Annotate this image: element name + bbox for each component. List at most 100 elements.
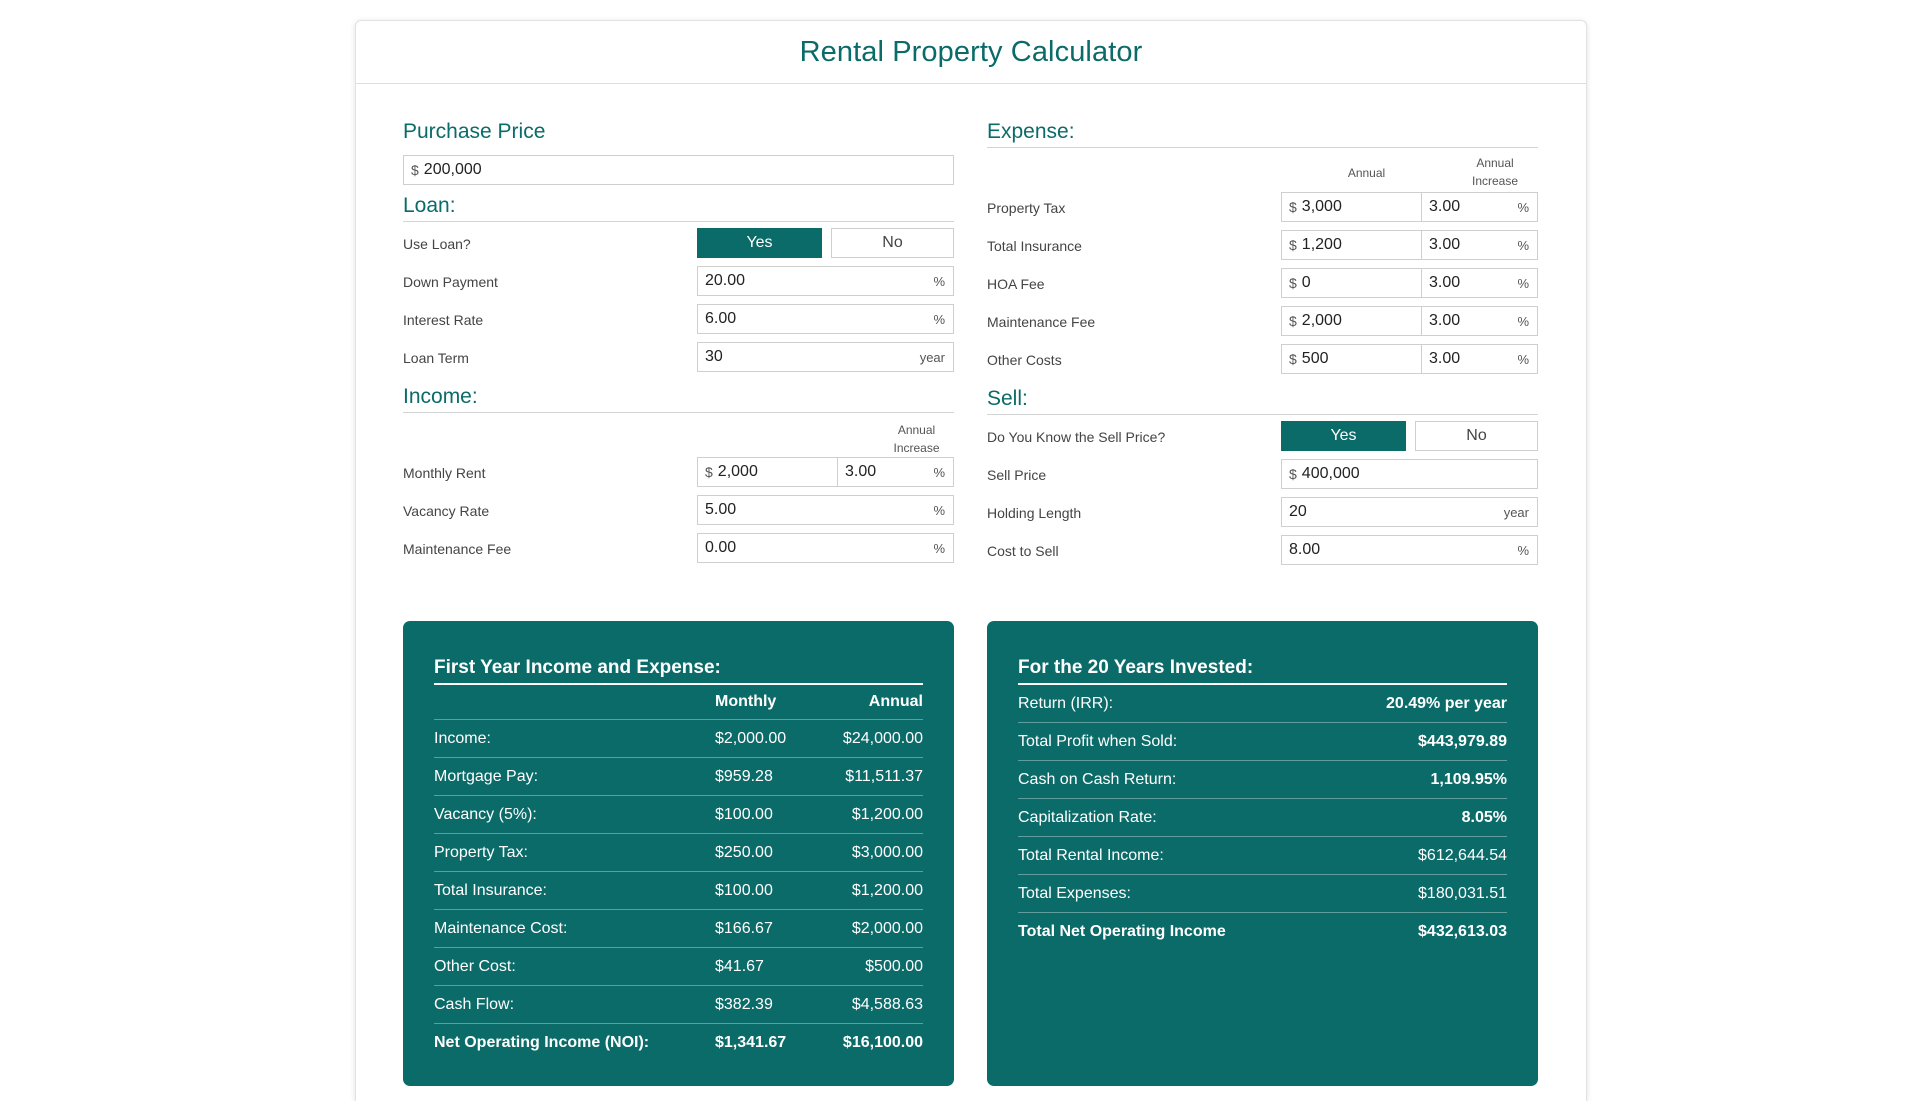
expense-increase-value: 3.00 (1429, 274, 1461, 291)
down-payment-label: Down Payment (403, 274, 498, 290)
income-maintenance-value: 0.00 (705, 539, 737, 556)
income-maintenance-row: Maintenance Fee 0.00 % (403, 533, 954, 571)
monthly-value: $2,000.00 (715, 730, 787, 747)
monthly-value: $382.39 (715, 996, 773, 1013)
expense-label: Other Costs (987, 352, 1062, 368)
annual-value: $16,100.00 (842, 1034, 923, 1051)
expense-row: Property Tax $3,000 3.00% (987, 192, 1538, 230)
holding-length-input[interactable]: 20 year (1281, 497, 1538, 527)
first-year-row: Vacancy (5%): $100.00 $1,200.00 (434, 796, 923, 834)
percent-suffix: % (1517, 275, 1529, 291)
row-value: 1,109.95% (1430, 771, 1507, 788)
first-year-row: Net Operating Income (NOI): $1,341.67 $16,… (434, 1024, 923, 1061)
expense-heading: Expense: (987, 117, 1538, 148)
interest-rate-value: 6.00 (705, 310, 737, 327)
down-payment-row: Down Payment 20.00 % (403, 266, 954, 304)
expense-increase-value: 3.00 (1429, 236, 1461, 253)
expense-amount-value: 0 (1301, 274, 1311, 291)
first-year-table: Income: $2,000.00 $24,000.00 Mortgage Pay: $… (434, 720, 923, 1061)
row-value: $180,031.51 (1418, 885, 1507, 902)
row-label: Net Operating Income (NOI): (434, 1034, 650, 1051)
currency-prefix: $ (705, 464, 713, 480)
loan-term-label: Loan Term (403, 350, 469, 366)
use-loan-yes-button[interactable]: Yes (697, 228, 822, 258)
first-year-row: Maintenance Cost: $166.67 $2,000.00 (434, 910, 923, 948)
expense-label: Property Tax (987, 200, 1066, 216)
first-year-row: Cash Flow: $382.39 $4,588.63 (434, 986, 923, 1024)
summary-table: Return (IRR): 20.49% per year Total Profit… (1018, 685, 1507, 950)
first-year-panel: First Year Income and Expense: Monthly A… (403, 621, 954, 1086)
income-maintenance-input[interactable]: 0.00 % (697, 533, 954, 563)
percent-suffix: % (1517, 199, 1529, 215)
summary-row: Return (IRR): 20.49% per year (1018, 685, 1507, 723)
year-suffix: year (1503, 504, 1529, 520)
percent-suffix: % (933, 273, 945, 289)
percent-suffix: % (933, 464, 945, 480)
use-loan-no-button[interactable]: No (831, 228, 954, 258)
expense-increase-input[interactable]: 3.00% (1421, 306, 1538, 336)
use-loan-label: Use Loan? (403, 236, 471, 252)
expense-increase-input[interactable]: 3.00% (1421, 230, 1538, 260)
loan-heading: Loan: (403, 191, 954, 222)
vacancy-rate-input[interactable]: 5.00 % (697, 495, 954, 525)
row-label: Return (IRR): (1018, 695, 1114, 712)
page-title: Rental Property Calculator (799, 35, 1143, 68)
expense-amount-input[interactable]: $500 (1281, 344, 1422, 374)
expense-amount-input[interactable]: $0 (1281, 268, 1422, 298)
annual-value: $11,511.37 (845, 768, 923, 785)
monthly-rent-value: 2,000 (717, 463, 758, 480)
currency-prefix: $ (1289, 313, 1297, 329)
expense-header-row: Annual Annual Increase (987, 148, 1538, 192)
vacancy-rate-row: Vacancy Rate 5.00 % (403, 495, 954, 533)
rent-increase-input[interactable]: 3.00 % (837, 457, 954, 487)
expense-amount-input[interactable]: $2,000 (1281, 306, 1422, 336)
currency-prefix: $ (411, 162, 419, 178)
row-label: Maintenance Cost: (434, 920, 568, 937)
row-label: Property Tax: (434, 844, 528, 861)
monthly-value: $41.67 (715, 958, 764, 975)
interest-rate-input[interactable]: 6.00 % (697, 304, 954, 334)
expense-increase-input[interactable]: 3.00% (1421, 192, 1538, 222)
expense-annual-increase-header: Annual Increase (1471, 156, 1519, 188)
know-sell-price-no-button[interactable]: No (1415, 421, 1538, 451)
expense-amount-input[interactable]: $3,000 (1281, 192, 1422, 222)
row-label: Cash Flow: (434, 996, 515, 1013)
monthly-rent-label: Monthly Rent (403, 465, 486, 481)
row-label: Total Insurance: (434, 882, 547, 899)
percent-suffix: % (933, 311, 945, 327)
know-sell-price-label: Do You Know the Sell Price? (987, 429, 1166, 445)
vacancy-rate-label: Vacancy Rate (403, 503, 490, 519)
row-value: $612,644.54 (1418, 847, 1507, 864)
summary-row: Total Net Operating Income $432,613.03 (1018, 913, 1507, 950)
summary-title: For the 20 Years Invested: (1018, 653, 1507, 685)
left-column: Purchase Price $ 200,000 Loan: Use Loan?… (403, 117, 954, 571)
income-maintenance-label: Maintenance Fee (403, 541, 512, 557)
down-payment-input[interactable]: 20.00 % (697, 266, 954, 296)
currency-prefix: $ (1289, 466, 1297, 482)
monthly-value: $1,341.67 (715, 1034, 787, 1051)
monthly-value: $166.67 (715, 920, 773, 937)
expense-amount-input[interactable]: $1,200 (1281, 230, 1422, 260)
percent-suffix: % (1517, 351, 1529, 367)
purchase-price-input[interactable]: $ 200,000 (403, 155, 954, 185)
expense-increase-input[interactable]: 3.00% (1421, 268, 1538, 298)
loan-term-input[interactable]: 30 year (697, 342, 954, 372)
monthly-rent-row: Monthly Rent $ 2,000 3.00 % (403, 457, 954, 495)
annual-column-header: Annual (868, 693, 923, 710)
cost-to-sell-input[interactable]: 8.00 % (1281, 535, 1538, 565)
vacancy-rate-value: 5.00 (705, 501, 737, 518)
expense-increase-input[interactable]: 3.00% (1421, 344, 1538, 374)
income-header-row: Annual Increase (403, 413, 954, 457)
summary-panel: For the 20 Years Invested: Return (IRR):… (987, 621, 1538, 1086)
monthly-rent-input[interactable]: $ 2,000 (697, 457, 838, 487)
know-sell-price-yes-button[interactable]: Yes (1281, 421, 1406, 451)
first-year-row: Mortgage Pay: $959.28 $11,511.37 (434, 758, 923, 796)
interest-rate-label: Interest Rate (403, 312, 484, 328)
row-label: Total Net Operating Income (1018, 923, 1226, 940)
use-loan-row: Use Loan? Yes No (403, 228, 954, 266)
sell-price-input[interactable]: $ 400,000 (1281, 459, 1538, 489)
row-label: Mortgage Pay: (434, 768, 539, 785)
currency-prefix: $ (1289, 199, 1297, 215)
right-column: Expense: Annual Annual Increase Property… (987, 117, 1538, 573)
income-heading: Income: (403, 382, 954, 413)
